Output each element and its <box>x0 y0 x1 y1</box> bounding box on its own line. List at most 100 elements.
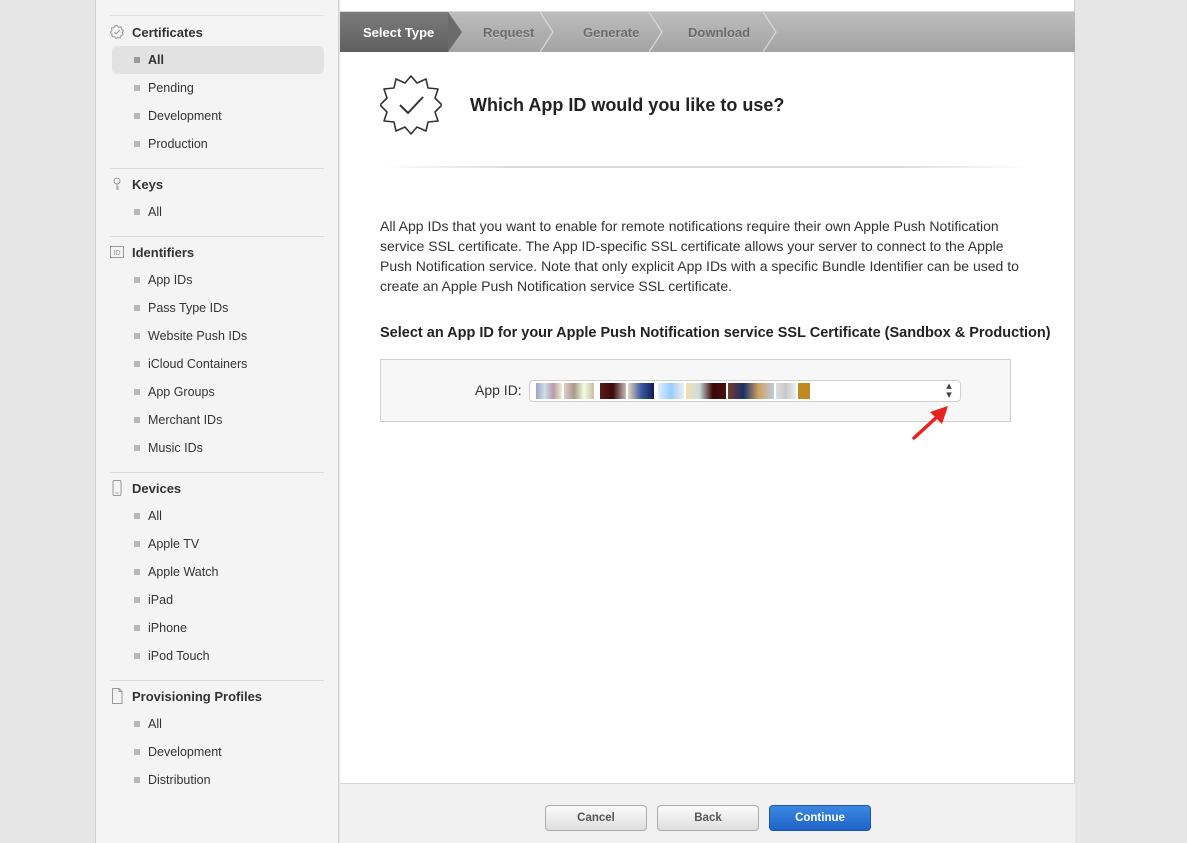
sidebar-item-app-ids[interactable]: App IDs <box>112 266 324 294</box>
bullet <box>134 749 140 755</box>
page-title: Which App ID would you like to use? <box>470 94 785 115</box>
sidebar-item-apple-tv[interactable]: Apple TV <box>112 530 324 558</box>
sidebar-item-iphone[interactable]: iPhone <box>112 614 324 642</box>
app-id-label: App ID: <box>475 382 522 398</box>
page-header: Which App ID would you like to use? <box>380 70 784 140</box>
bullet <box>134 597 140 603</box>
sidebar-divider <box>110 680 324 681</box>
bullet <box>134 113 140 119</box>
bullet <box>134 513 140 519</box>
item-label: Development <box>148 109 222 123</box>
item-label: iCloud Containers <box>148 357 248 371</box>
bullet <box>134 721 140 727</box>
sidebar-item-website-push-ids[interactable]: Website Push IDs <box>112 322 324 350</box>
bullet <box>134 569 140 575</box>
redacted-value <box>776 383 796 399</box>
bullet <box>134 389 140 395</box>
section-title: Certificates <box>132 24 203 40</box>
item-label: Apple Watch <box>148 565 219 579</box>
redacted-value <box>628 383 654 399</box>
sidebar: Certificates All Pending Development Pro… <box>95 0 339 843</box>
sidebar-section-certificates[interactable]: Certificates <box>110 22 203 42</box>
item-label: Website Push IDs <box>148 329 248 343</box>
redacted-value <box>564 383 594 399</box>
bullet <box>134 445 140 451</box>
sidebar-item-certificates-production[interactable]: Production <box>112 130 324 158</box>
item-label: App Groups <box>148 385 215 399</box>
sidebar-item-pass-type-ids[interactable]: Pass Type IDs <box>112 294 324 322</box>
item-label: iPhone <box>148 621 187 635</box>
step-chevron-active <box>448 12 462 52</box>
sidebar-item-ipod-touch[interactable]: iPod Touch <box>112 642 324 670</box>
sidebar-section-devices[interactable]: Devices <box>110 478 181 498</box>
svg-text:ID: ID <box>114 250 121 257</box>
sidebar-item-profiles-distribution[interactable]: Distribution <box>112 766 324 794</box>
bullet <box>134 57 140 63</box>
section-title: Provisioning Profiles <box>132 688 263 704</box>
sidebar-divider <box>110 472 324 473</box>
back-button[interactable]: Back <box>657 805 759 831</box>
app-id-select[interactable]: ▴ ▾ <box>529 380 961 402</box>
redacted-value <box>686 383 726 399</box>
item-label: All <box>148 717 162 731</box>
certificate-badge-icon <box>110 25 124 39</box>
section-title: Identifiers <box>132 244 195 260</box>
bullet <box>134 417 140 423</box>
step-select-type: Select Type <box>340 12 448 52</box>
sidebar-item-certificates-all[interactable]: All <box>112 46 324 74</box>
redacted-value <box>536 383 562 399</box>
continue-button[interactable]: Continue <box>769 805 871 831</box>
item-label: Pending <box>148 81 194 95</box>
sidebar-item-certificates-development[interactable]: Development <box>112 102 324 130</box>
sidebar-item-keys-all[interactable]: All <box>112 198 324 226</box>
item-label: iPod Touch <box>148 649 210 663</box>
sidebar-item-devices-all[interactable]: All <box>112 502 324 530</box>
form-footer: Cancel Back Continue <box>340 783 1075 843</box>
item-label: Production <box>148 137 208 151</box>
step-download: Download <box>688 24 751 40</box>
sidebar-item-music-ids[interactable]: Music IDs <box>112 434 324 462</box>
step-request: Request <box>483 24 535 40</box>
sidebar-item-ipad[interactable]: iPad <box>112 586 324 614</box>
step-chevron <box>649 12 663 52</box>
certificate-seal-icon <box>380 75 442 135</box>
bullet <box>134 777 140 783</box>
sidebar-item-profiles-development[interactable]: Development <box>112 738 324 766</box>
step-chevron <box>540 12 554 52</box>
bullet <box>134 209 140 215</box>
item-label: Merchant IDs <box>148 413 223 427</box>
sidebar-section-provisioning-profiles[interactable]: Provisioning Profiles <box>110 686 262 706</box>
bullet <box>134 653 140 659</box>
item-label: All <box>148 205 162 219</box>
sidebar-item-app-groups[interactable]: App Groups <box>112 378 324 406</box>
bullet <box>134 361 140 367</box>
section-title: Devices <box>132 480 182 496</box>
annotation-arrow-icon <box>912 406 948 440</box>
item-label: All <box>148 53 164 67</box>
sidebar-top-divider <box>110 15 324 16</box>
step-chevron <box>763 12 777 52</box>
sidebar-section-identifiers[interactable]: ID Identifiers <box>110 242 194 262</box>
cancel-button[interactable]: Cancel <box>545 805 647 831</box>
document-icon <box>110 688 124 704</box>
item-label: Pass Type IDs <box>148 301 229 315</box>
sidebar-item-certificates-pending[interactable]: Pending <box>112 74 324 102</box>
description-text: All App IDs that you want to enable for … <box>380 218 1019 294</box>
bullet <box>134 541 140 547</box>
header-separator <box>380 166 1030 168</box>
item-label: App IDs <box>148 273 193 287</box>
section-title: Keys <box>132 176 164 192</box>
sidebar-item-apple-watch[interactable]: Apple Watch <box>112 558 324 586</box>
item-label: iPad <box>148 593 174 607</box>
item-label: Development <box>148 745 222 759</box>
bullet <box>134 277 140 283</box>
bullet <box>134 305 140 311</box>
step-progress-bar: Select Type Request Generate Download <box>340 12 1075 52</box>
sidebar-item-profiles-all[interactable]: All <box>112 710 324 738</box>
main-panel: Select Type Request Generate Download Wh… <box>340 0 1075 843</box>
sidebar-item-icloud-containers[interactable]: iCloud Containers <box>112 350 324 378</box>
redacted-value <box>658 383 684 399</box>
key-icon <box>110 177 124 191</box>
sidebar-section-keys[interactable]: Keys <box>110 174 163 194</box>
sidebar-item-merchant-ids[interactable]: Merchant IDs <box>112 406 324 434</box>
